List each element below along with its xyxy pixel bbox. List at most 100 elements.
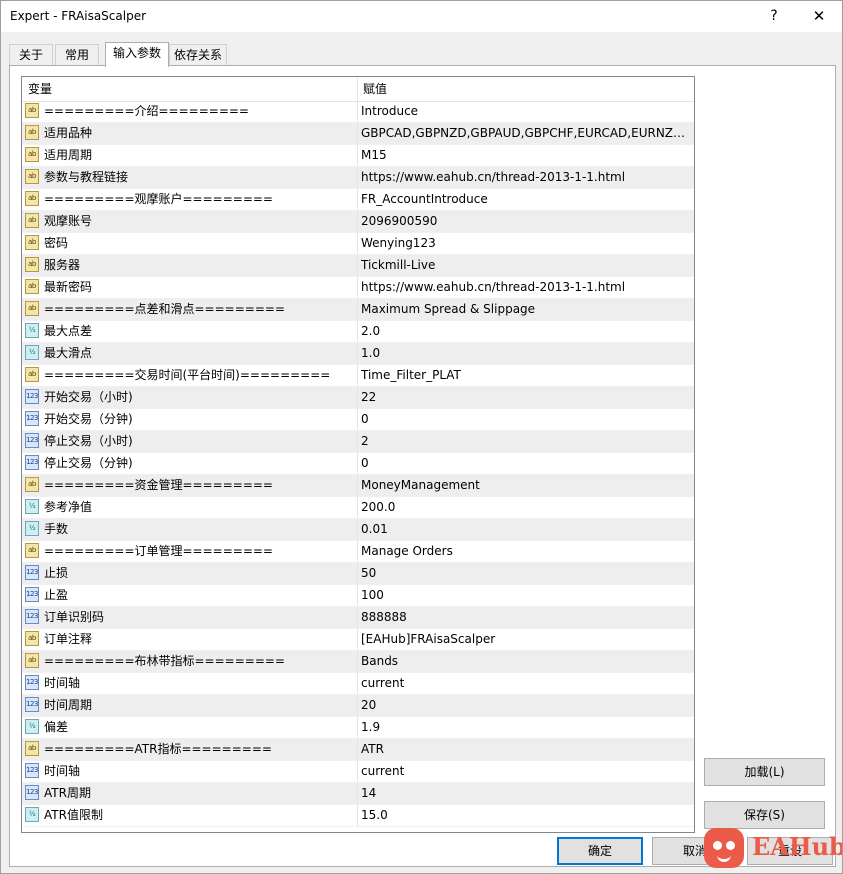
eahub-logo-icon [704,828,744,868]
column-divider [357,453,358,474]
parameter-value[interactable]: current [361,761,687,782]
parameter-value[interactable]: FR_AccountIntroduce [361,189,687,210]
parameter-row[interactable]: ab 订单注释 [EAHub]FRAisaScalper [22,629,694,651]
parameter-row[interactable]: ab =========资金管理========= MoneyManagement [22,475,694,497]
parameter-value[interactable]: GBPCAD,GBPNZD,GBPAUD,GBPCHF,EURCAD,EURNZ… [361,123,687,144]
help-button[interactable]: ? [759,4,789,28]
parameter-row[interactable]: ab =========交易时间(平台时间)========= Time_Filte… [22,365,694,387]
parameter-row[interactable]: ab =========布林带指标========= Bands [22,651,694,673]
parameter-value[interactable]: 2 [361,431,687,452]
parameter-row[interactable]: ab =========ATR指标========= ATR [22,739,694,761]
column-divider [357,387,358,408]
parameter-value[interactable]: 2096900590 [361,211,687,232]
parameter-row[interactable]: ½ 手数 0.01 [22,519,694,541]
parameter-row[interactable]: ab =========订单管理========= Manage Orders [22,541,694,563]
parameter-row[interactable]: 123 停止交易（小时) 2 [22,431,694,453]
parameter-value[interactable]: [EAHub]FRAisaScalper [361,629,687,650]
parameter-row[interactable]: ½ 最大滑点 1.0 [22,343,694,365]
integer-type-icon: 123 [25,763,39,778]
close-button[interactable]: ✕ [804,4,834,28]
parameter-row[interactable]: ab =========点差和滑点========= Maximum Spread … [22,299,694,321]
parameter-row[interactable]: ½ 参考净值 200.0 [22,497,694,519]
parameter-value[interactable]: ATR [361,739,687,760]
parameter-row[interactable]: ab 密码 Wenying123 [22,233,694,255]
tab-inputs[interactable]: 输入参数 [105,42,169,67]
parameter-row[interactable]: ab =========观摩账户========= FR_AccountIntrod… [22,189,694,211]
parameter-value[interactable]: M15 [361,145,687,166]
column-header-variable[interactable]: 变量 [22,77,358,101]
column-header-value[interactable]: 赋值 [357,77,693,101]
column-divider [357,497,358,518]
parameter-value[interactable]: 100 [361,585,687,606]
tab-about[interactable]: 关于 [9,44,53,66]
parameter-value[interactable]: 2.0 [361,321,687,342]
parameter-row[interactable]: 123 ATR周期 14 [22,783,694,805]
parameter-row[interactable]: ab 适用周期 M15 [22,145,694,167]
parameter-name: 参数与教程链接 [44,170,129,184]
parameter-row[interactable]: ½ 最大点差 2.0 [22,321,694,343]
parameter-value[interactable]: Manage Orders [361,541,687,562]
parameter-value[interactable]: current [361,673,687,694]
parameter-value[interactable]: 0.01 [361,519,687,540]
parameter-row[interactable]: 123 时间周期 20 [22,695,694,717]
parameter-value[interactable]: 0 [361,409,687,430]
parameter-value[interactable]: Time_Filter_PLAT [361,365,687,386]
parameter-value[interactable]: 200.0 [361,497,687,518]
parameter-row[interactable]: ab 最新密码 https://www.eahub.cn/thread-2013-1… [22,277,694,299]
integer-type-icon: 123 [25,433,39,448]
parameter-value[interactable]: https://www.eahub.cn/thread-2013-1-1.htm… [361,167,687,188]
parameter-name: 观摩账号 [44,214,93,228]
parameter-row[interactable]: 123 时间轴 current [22,761,694,783]
load-button[interactable]: 加载(L) [704,758,825,786]
parameter-row[interactable]: ½ 偏差 1.9 [22,717,694,739]
parameter-name: 停止交易（分钟) [44,456,133,470]
parameter-name: 适用周期 [44,148,93,162]
column-divider [357,673,358,694]
parameter-row[interactable]: ab 观摩账号 2096900590 [22,211,694,233]
ok-button[interactable]: 确定 [557,837,643,865]
parameter-value[interactable]: 888888 [361,607,687,628]
parameter-value[interactable]: 20 [361,695,687,716]
parameter-row[interactable]: ab 适用品种 GBPCAD,GBPNZD,GBPAUD,GBPCHF,EURCAD… [22,123,694,145]
parameter-row[interactable]: ½ ATR值限制 15.0 [22,805,694,827]
string-type-icon: ab [25,169,39,184]
title-bar: Expert - FRAisaScalper ? ✕ [0,0,843,32]
parameter-row[interactable]: 123 止盈 100 [22,585,694,607]
parameter-value[interactable]: 1.0 [361,343,687,364]
parameter-value[interactable]: Maximum Spread & Slippage [361,299,687,320]
parameter-value[interactable]: 15.0 [361,805,687,826]
parameter-row[interactable]: ab =========介绍========= Introduce [22,101,694,123]
parameter-row[interactable]: 123 开始交易（小时) 22 [22,387,694,409]
parameter-value[interactable]: Introduce [361,101,687,122]
parameter-value[interactable]: Wenying123 [361,233,687,254]
integer-type-icon: 123 [25,389,39,404]
parameter-row[interactable]: 123 时间轴 current [22,673,694,695]
parameter-row[interactable]: ab 服务器 Tickmill-Live [22,255,694,277]
save-button[interactable]: 保存(S) [704,801,825,829]
parameter-row[interactable]: 123 开始交易（分钟) 0 [22,409,694,431]
parameter-value[interactable]: 22 [361,387,687,408]
parameter-value[interactable]: Bands [361,651,687,672]
parameter-value[interactable]: Tickmill-Live [361,255,687,276]
tab-common[interactable]: 常用 [55,44,99,66]
column-divider [357,101,358,122]
parameter-value[interactable]: 50 [361,563,687,584]
column-divider [357,365,358,386]
parameter-row[interactable]: 123 订单识别码 888888 [22,607,694,629]
parameter-row[interactable]: 123 止损 50 [22,563,694,585]
tab-dependencies[interactable]: 依存关系 [169,44,227,66]
parameter-value[interactable]: 1.9 [361,717,687,738]
parameter-name: 开始交易（分钟) [44,412,133,426]
parameter-name: 偏差 [44,720,69,734]
parameter-value[interactable]: MoneyManagement [361,475,687,496]
parameter-value[interactable]: https://www.eahub.cn/thread-2013-1-1.htm… [361,277,687,298]
parameter-row[interactable]: ab 参数与教程链接 https://www.eahub.cn/thread-201… [22,167,694,189]
parameters-grid[interactable]: 变量 赋值 ab =========介绍========= Introduce ab 适… [21,76,695,833]
parameter-value[interactable]: 0 [361,453,687,474]
double-type-icon: ½ [25,345,39,360]
integer-type-icon: 123 [25,609,39,624]
double-type-icon: ½ [25,719,39,734]
parameter-name: 时间轴 [44,676,81,690]
parameter-value[interactable]: 14 [361,783,687,804]
parameter-row[interactable]: 123 停止交易（分钟) 0 [22,453,694,475]
